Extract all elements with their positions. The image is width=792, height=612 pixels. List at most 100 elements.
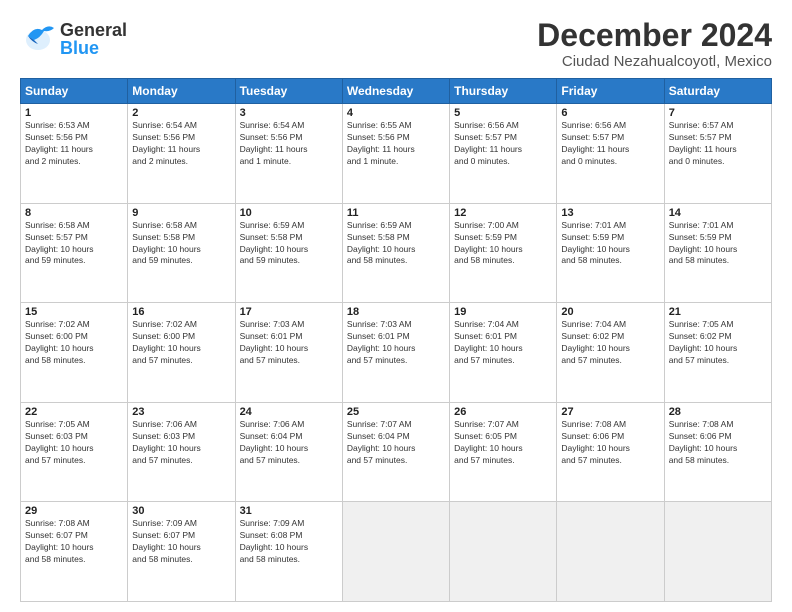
day-info-line: and 2 minutes. [25, 156, 123, 168]
day-info: Sunrise: 7:04 AMSunset: 6:02 PMDaylight:… [561, 319, 659, 367]
day-number: 11 [347, 207, 445, 219]
day-info: Sunrise: 7:02 AMSunset: 6:00 PMDaylight:… [25, 319, 123, 367]
page: General Blue December 2024 Ciudad Nezahu… [0, 0, 792, 612]
table-row: 16Sunrise: 7:02 AMSunset: 6:00 PMDayligh… [128, 303, 235, 403]
day-info-line: Daylight: 10 hours [240, 443, 338, 455]
logo-bird-icon [20, 18, 56, 54]
table-row: 29Sunrise: 7:08 AMSunset: 6:07 PMDayligh… [21, 502, 128, 602]
day-info-line: and 57 minutes. [561, 355, 659, 367]
day-info-line: Sunset: 6:04 PM [347, 431, 445, 443]
day-info-line: Sunset: 6:01 PM [240, 331, 338, 343]
logo-general: General [60, 21, 127, 39]
day-info-line: Sunrise: 6:56 AM [454, 120, 552, 132]
table-row: 22Sunrise: 7:05 AMSunset: 6:03 PMDayligh… [21, 402, 128, 502]
day-info: Sunrise: 7:06 AMSunset: 6:03 PMDaylight:… [132, 419, 230, 467]
day-info-line: and 58 minutes. [454, 255, 552, 267]
day-info-line: and 0 minutes. [561, 156, 659, 168]
day-info-line: Sunset: 6:04 PM [240, 431, 338, 443]
table-row: 11Sunrise: 6:59 AMSunset: 5:58 PMDayligh… [342, 203, 449, 303]
day-info-line: Daylight: 10 hours [669, 343, 767, 355]
day-info-line: and 58 minutes. [669, 455, 767, 467]
day-info-line: Sunrise: 7:02 AM [25, 319, 123, 331]
day-number: 25 [347, 406, 445, 418]
day-info-line: Sunset: 5:57 PM [454, 132, 552, 144]
day-number: 10 [240, 207, 338, 219]
day-info-line: and 57 minutes. [347, 455, 445, 467]
table-row: 21Sunrise: 7:05 AMSunset: 6:02 PMDayligh… [664, 303, 771, 403]
day-info: Sunrise: 6:57 AMSunset: 5:57 PMDaylight:… [669, 120, 767, 168]
day-info-line: Sunset: 5:56 PM [25, 132, 123, 144]
day-info-line: Daylight: 11 hours [454, 144, 552, 156]
day-info-line: Sunrise: 7:08 AM [669, 419, 767, 431]
day-info: Sunrise: 6:53 AMSunset: 5:56 PMDaylight:… [25, 120, 123, 168]
day-info-line: Sunrise: 7:07 AM [454, 419, 552, 431]
day-info-line: Sunset: 5:56 PM [347, 132, 445, 144]
day-info-line: Daylight: 10 hours [240, 244, 338, 256]
day-info-line: and 0 minutes. [669, 156, 767, 168]
day-info: Sunrise: 7:04 AMSunset: 6:01 PMDaylight:… [454, 319, 552, 367]
day-info-line: Sunrise: 6:59 AM [240, 220, 338, 232]
day-number: 16 [132, 306, 230, 318]
day-info-line: and 58 minutes. [132, 554, 230, 566]
day-info-line: Daylight: 10 hours [25, 244, 123, 256]
day-info-line: Sunrise: 6:56 AM [561, 120, 659, 132]
table-row: 27Sunrise: 7:08 AMSunset: 6:06 PMDayligh… [557, 402, 664, 502]
logo: General Blue [20, 18, 127, 59]
day-info-line: and 57 minutes. [240, 355, 338, 367]
table-row: 8Sunrise: 6:58 AMSunset: 5:57 PMDaylight… [21, 203, 128, 303]
title-block: December 2024 Ciudad Nezahualcoyotl, Mex… [537, 18, 772, 70]
day-info-line: Sunrise: 7:03 AM [240, 319, 338, 331]
day-info: Sunrise: 6:58 AMSunset: 5:57 PMDaylight:… [25, 220, 123, 268]
calendar-row-4: 29Sunrise: 7:08 AMSunset: 6:07 PMDayligh… [21, 502, 772, 602]
day-info-line: Sunrise: 7:04 AM [561, 319, 659, 331]
day-number: 20 [561, 306, 659, 318]
day-info-line: and 57 minutes. [240, 455, 338, 467]
day-info-line: Sunset: 6:01 PM [454, 331, 552, 343]
table-row: 4Sunrise: 6:55 AMSunset: 5:56 PMDaylight… [342, 104, 449, 204]
day-info-line: and 57 minutes. [454, 355, 552, 367]
day-info: Sunrise: 7:07 AMSunset: 6:04 PMDaylight:… [347, 419, 445, 467]
day-info: Sunrise: 6:54 AMSunset: 5:56 PMDaylight:… [240, 120, 338, 168]
col-wednesday: Wednesday [342, 79, 449, 104]
day-info: Sunrise: 6:55 AMSunset: 5:56 PMDaylight:… [347, 120, 445, 168]
day-info-line: Sunset: 5:58 PM [132, 232, 230, 244]
day-info-line: Sunrise: 7:01 AM [669, 220, 767, 232]
table-row: 5Sunrise: 6:56 AMSunset: 5:57 PMDaylight… [450, 104, 557, 204]
day-info-line: Daylight: 10 hours [561, 343, 659, 355]
day-info-line: and 58 minutes. [25, 554, 123, 566]
day-info-line: Daylight: 10 hours [561, 443, 659, 455]
day-number: 15 [25, 306, 123, 318]
table-row: 24Sunrise: 7:06 AMSunset: 6:04 PMDayligh… [235, 402, 342, 502]
day-info-line: Sunset: 5:56 PM [240, 132, 338, 144]
day-info: Sunrise: 7:09 AMSunset: 6:07 PMDaylight:… [132, 518, 230, 566]
day-info: Sunrise: 6:58 AMSunset: 5:58 PMDaylight:… [132, 220, 230, 268]
day-info-line: Daylight: 10 hours [561, 244, 659, 256]
table-row: 2Sunrise: 6:54 AMSunset: 5:56 PMDaylight… [128, 104, 235, 204]
col-tuesday: Tuesday [235, 79, 342, 104]
day-info-line: Sunrise: 7:06 AM [240, 419, 338, 431]
day-info-line: Daylight: 10 hours [132, 542, 230, 554]
table-row [342, 502, 449, 602]
calendar-row-1: 8Sunrise: 6:58 AMSunset: 5:57 PMDaylight… [21, 203, 772, 303]
day-info-line: Sunset: 6:03 PM [132, 431, 230, 443]
table-row: 26Sunrise: 7:07 AMSunset: 6:05 PMDayligh… [450, 402, 557, 502]
calendar-header-row: Sunday Monday Tuesday Wednesday Thursday… [21, 79, 772, 104]
day-info-line: Daylight: 10 hours [25, 443, 123, 455]
day-info: Sunrise: 6:56 AMSunset: 5:57 PMDaylight:… [561, 120, 659, 168]
day-info-line: Sunrise: 7:04 AM [454, 319, 552, 331]
day-info-line: Sunrise: 6:59 AM [347, 220, 445, 232]
day-number: 19 [454, 306, 552, 318]
day-info-line: and 58 minutes. [25, 355, 123, 367]
day-info-line: Daylight: 10 hours [669, 443, 767, 455]
day-info-line: Sunrise: 7:09 AM [240, 518, 338, 530]
table-row: 13Sunrise: 7:01 AMSunset: 5:59 PMDayligh… [557, 203, 664, 303]
day-number: 6 [561, 107, 659, 119]
table-row: 3Sunrise: 6:54 AMSunset: 5:56 PMDaylight… [235, 104, 342, 204]
day-info-line: Sunset: 5:59 PM [669, 232, 767, 244]
day-info-line: and 2 minutes. [132, 156, 230, 168]
table-row: 20Sunrise: 7:04 AMSunset: 6:02 PMDayligh… [557, 303, 664, 403]
day-info: Sunrise: 7:03 AMSunset: 6:01 PMDaylight:… [240, 319, 338, 367]
table-row: 6Sunrise: 6:56 AMSunset: 5:57 PMDaylight… [557, 104, 664, 204]
day-info-line: Daylight: 11 hours [132, 144, 230, 156]
col-thursday: Thursday [450, 79, 557, 104]
